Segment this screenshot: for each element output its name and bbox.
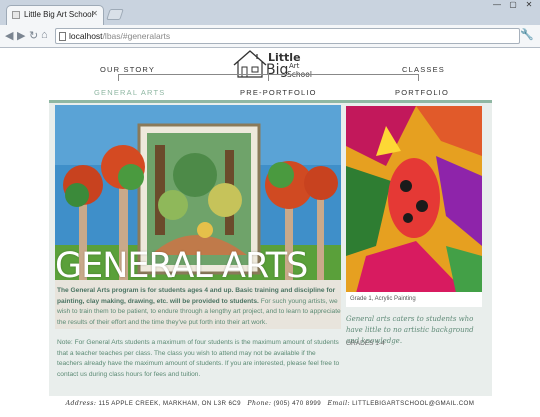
wrench-icon[interactable]: 🔧 bbox=[520, 28, 534, 41]
tab-bar: Little Big Art School ✕ — ▢ ✕ bbox=[0, 0, 540, 25]
page: Little Big Art School OUR STORY CLASSES … bbox=[0, 48, 540, 417]
nav-our-story[interactable]: OUR STORY bbox=[100, 65, 155, 74]
back-icon[interactable]: ◀ bbox=[5, 29, 13, 42]
forward-icon[interactable]: ▶ bbox=[17, 29, 25, 42]
maximize-icon[interactable]: ▢ bbox=[506, 0, 520, 11]
address-label: Address: bbox=[65, 400, 97, 407]
hero-title: GENERAL ARTS bbox=[55, 246, 308, 286]
tab-close-icon[interactable]: ✕ bbox=[91, 9, 98, 18]
email-value[interactable]: LITTLEBIGARTSCHOOL@GMAIL.COM bbox=[352, 400, 474, 407]
nav-classes[interactable]: CLASSES bbox=[402, 65, 445, 74]
browser-tab[interactable]: Little Big Art School ✕ bbox=[6, 5, 104, 25]
address-bar[interactable]: localhost/lbas/#generalarts bbox=[55, 28, 520, 44]
grades-label: GRADES 1-4 bbox=[346, 340, 385, 347]
url-host: localhost bbox=[69, 31, 103, 41]
close-icon[interactable]: ✕ bbox=[522, 0, 536, 11]
browser-chrome: Little Big Art School ✕ — ▢ ✕ ◀ ▶ ↻ ⌂ lo… bbox=[0, 0, 540, 48]
new-tab-button[interactable] bbox=[106, 9, 124, 20]
logo-art: Art bbox=[289, 62, 300, 70]
minimize-icon[interactable]: — bbox=[490, 0, 504, 11]
subnav-pre-portfolio[interactable]: PRE-PORTFOLIO bbox=[240, 88, 317, 97]
subnav-general-arts[interactable]: GENERAL ARTS bbox=[94, 88, 166, 97]
subnav-portfolio[interactable]: PORTFOLIO bbox=[395, 88, 449, 97]
phone-value[interactable]: (905) 470 8999 bbox=[274, 400, 322, 407]
footer: Address: 115 APPLE CREEK, MARKHAM, ON L3… bbox=[0, 400, 540, 407]
phone-label: Phone: bbox=[247, 400, 272, 407]
window-controls: — ▢ ✕ bbox=[490, 0, 536, 11]
note-paragraph: Note: For General Arts students a maximu… bbox=[57, 339, 340, 378]
favicon-icon bbox=[12, 11, 20, 19]
address-value: 115 APPLE CREEK, MARKHAM, ON L3R 6C9 bbox=[98, 400, 242, 407]
page-icon bbox=[59, 32, 66, 41]
tab-title: Little Big Art School bbox=[24, 10, 94, 19]
intro-paragraph: The General Arts program is for students… bbox=[57, 286, 341, 328]
acrylic-painting-image bbox=[346, 106, 482, 293]
nav-connector-line bbox=[118, 69, 419, 81]
reload-icon[interactable]: ↻ bbox=[29, 29, 38, 42]
url-path: /lbas/#generalarts bbox=[102, 31, 171, 41]
home-icon[interactable]: ⌂ bbox=[41, 29, 48, 41]
email-label: Email: bbox=[327, 400, 350, 407]
image-caption: Grade 1, Acrylic Painting bbox=[346, 292, 482, 307]
